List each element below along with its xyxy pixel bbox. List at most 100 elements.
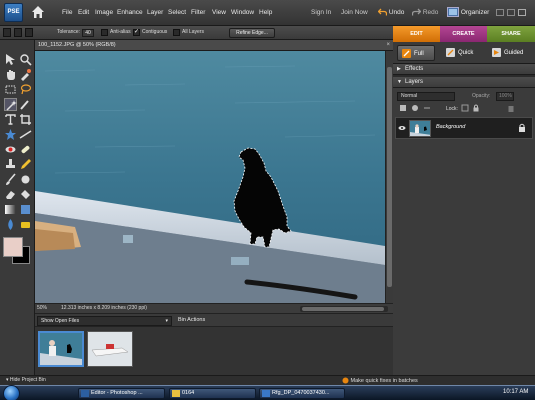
- effects-panel-header[interactable]: ▶ Effects: [393, 64, 535, 75]
- smart-brush-tool-icon[interactable]: [19, 173, 32, 186]
- contiguous-checkbox[interactable]: ✓: [133, 29, 140, 36]
- lock-transparency-icon[interactable]: [461, 104, 469, 112]
- home-button[interactable]: [30, 4, 46, 20]
- organizer-label: Organizer: [460, 9, 490, 16]
- horizontal-scroll-thumb[interactable]: [302, 307, 384, 311]
- join-now-link[interactable]: Join Now: [341, 9, 368, 16]
- guided-edit-label: Guided: [504, 50, 524, 56]
- redo-icon: [411, 8, 422, 16]
- horizontal-scrollbar[interactable]: [300, 306, 388, 312]
- brush-tool-icon[interactable]: [4, 173, 17, 186]
- healing-brush-tool-icon[interactable]: [19, 143, 32, 156]
- collapse-triangle-icon: ▼: [397, 79, 402, 85]
- menu-help[interactable]: Help: [259, 9, 272, 16]
- hide-project-bin-link[interactable]: ▾ Hide Project Bin: [6, 377, 46, 383]
- folder-icon: [172, 390, 180, 397]
- close-button[interactable]: [518, 9, 526, 16]
- bin-thumbnail-1[interactable]: [38, 331, 84, 367]
- visibility-eye-icon[interactable]: [398, 124, 406, 132]
- organizer-button[interactable]: Organizer: [447, 6, 489, 20]
- selection-mode-new[interactable]: [14, 28, 22, 37]
- new-layer-icon[interactable]: [399, 104, 407, 112]
- layers-panel-header[interactable]: ▼ Layers: [393, 77, 535, 88]
- move-tool-icon[interactable]: [4, 53, 17, 66]
- menu-enhance[interactable]: Enhance: [117, 9, 143, 16]
- full-edit-icon: [402, 49, 411, 58]
- tab-quick-fix[interactable]: Quick: [442, 45, 484, 61]
- blur-tool-icon[interactable]: [4, 218, 17, 231]
- tab-edit[interactable]: EDIT: [393, 26, 440, 42]
- layers-panel-title: Layers: [405, 79, 424, 85]
- opacity-input[interactable]: 100%: [496, 92, 514, 101]
- document-close-icon[interactable]: ×: [386, 42, 390, 49]
- undo-button[interactable]: Undo: [377, 6, 404, 20]
- image-canvas[interactable]: [35, 51, 385, 303]
- paint-bucket-tool-icon[interactable]: [19, 188, 32, 201]
- tool-preset-picker[interactable]: [3, 28, 11, 37]
- delete-layer-icon[interactable]: [507, 104, 515, 112]
- gradient-tool-icon[interactable]: [4, 203, 17, 216]
- all-layers-checkbox[interactable]: [173, 29, 180, 36]
- tip-banner[interactable]: Make quick fixes in batches: [342, 377, 418, 384]
- pencil-tool-icon[interactable]: [19, 158, 32, 171]
- menu-window[interactable]: Window: [231, 9, 254, 16]
- lasso-tool-icon[interactable]: [19, 83, 32, 96]
- vertical-scroll-thumb[interactable]: [387, 67, 392, 287]
- hand-tool-icon[interactable]: [4, 68, 17, 81]
- menu-view[interactable]: View: [212, 9, 226, 16]
- bin-thumbnail-2[interactable]: [87, 331, 133, 367]
- menu-select[interactable]: Select: [168, 9, 186, 16]
- red-eye-tool-icon[interactable]: [4, 143, 17, 156]
- lock-all-icon[interactable]: [472, 104, 480, 112]
- foreground-color-swatch[interactable]: [3, 237, 23, 257]
- menu-filter[interactable]: Filter: [191, 9, 205, 16]
- minimize-button[interactable]: [496, 9, 504, 16]
- start-button[interactable]: [3, 385, 20, 400]
- tab-share[interactable]: SHARE: [487, 26, 535, 42]
- adjustment-layer-icon[interactable]: [411, 104, 419, 112]
- shape-tool-icon[interactable]: [19, 203, 32, 216]
- organizer-icon: [447, 7, 459, 18]
- tolerance-input[interactable]: 40: [82, 29, 94, 37]
- magic-wand-tool-icon[interactable]: [4, 98, 17, 111]
- tab-create[interactable]: CREATE: [440, 26, 487, 42]
- link-layers-icon[interactable]: [423, 104, 431, 112]
- layer-row-background[interactable]: Background: [395, 117, 533, 139]
- system-clock: 10:17 AM: [503, 389, 529, 395]
- vertical-scrollbar[interactable]: [385, 51, 393, 303]
- type-tool-icon[interactable]: [4, 113, 17, 126]
- blend-mode-select[interactable]: Normal: [397, 92, 455, 101]
- maximize-button[interactable]: [507, 9, 515, 16]
- document-status-bar: 50% 12.313 inches x 8.209 inches (230 pp…: [35, 303, 393, 313]
- cookie-cutter-tool-icon[interactable]: [4, 128, 17, 141]
- marquee-tool-icon[interactable]: [4, 83, 17, 96]
- menu-file[interactable]: File: [62, 9, 72, 16]
- taskbar-item-folder[interactable]: 0164: [169, 388, 256, 399]
- sign-in-link[interactable]: Sign In: [311, 9, 331, 16]
- crop-tool-icon[interactable]: [19, 113, 32, 126]
- menu-layer[interactable]: Layer: [147, 9, 163, 16]
- clone-stamp-tool-icon[interactable]: [4, 158, 17, 171]
- zoom-tool-icon[interactable]: [19, 53, 32, 66]
- chevron-down-icon: ▾: [165, 318, 168, 324]
- sponge-tool-icon[interactable]: [19, 218, 32, 231]
- menu-image[interactable]: Image: [95, 9, 113, 16]
- taskbar-item-document[interactable]: Rfg_DP_0470037430...: [259, 388, 345, 399]
- menu-edit[interactable]: Edit: [78, 9, 89, 16]
- tab-guided-edit[interactable]: Guided: [488, 45, 532, 61]
- tool-options-bar: Tolerance: 40 Anti-alias ✓ Contiguous Al…: [0, 26, 393, 40]
- selection-mode-add[interactable]: [25, 28, 33, 37]
- photoshop-app-icon: [81, 390, 89, 397]
- tab-full-edit[interactable]: Full: [397, 45, 435, 61]
- document-title: 100_1152.JPG @ 50% (RGB/8): [38, 42, 116, 48]
- eyedropper-tool-icon[interactable]: [19, 68, 32, 81]
- show-open-files-dropdown[interactable]: Show Open Files ▾: [37, 316, 172, 326]
- bin-actions-menu[interactable]: Bin Actions: [178, 317, 205, 323]
- anti-alias-checkbox[interactable]: [101, 29, 108, 36]
- redo-button[interactable]: Redo: [411, 6, 438, 20]
- quick-selection-tool-icon[interactable]: [19, 98, 32, 111]
- eraser-tool-icon[interactable]: [4, 188, 17, 201]
- refine-edge-button[interactable]: Refine Edge...: [229, 28, 275, 38]
- taskbar-item-photoshop[interactable]: Editor - Photoshop ...: [78, 388, 165, 399]
- straighten-tool-icon[interactable]: [19, 128, 32, 141]
